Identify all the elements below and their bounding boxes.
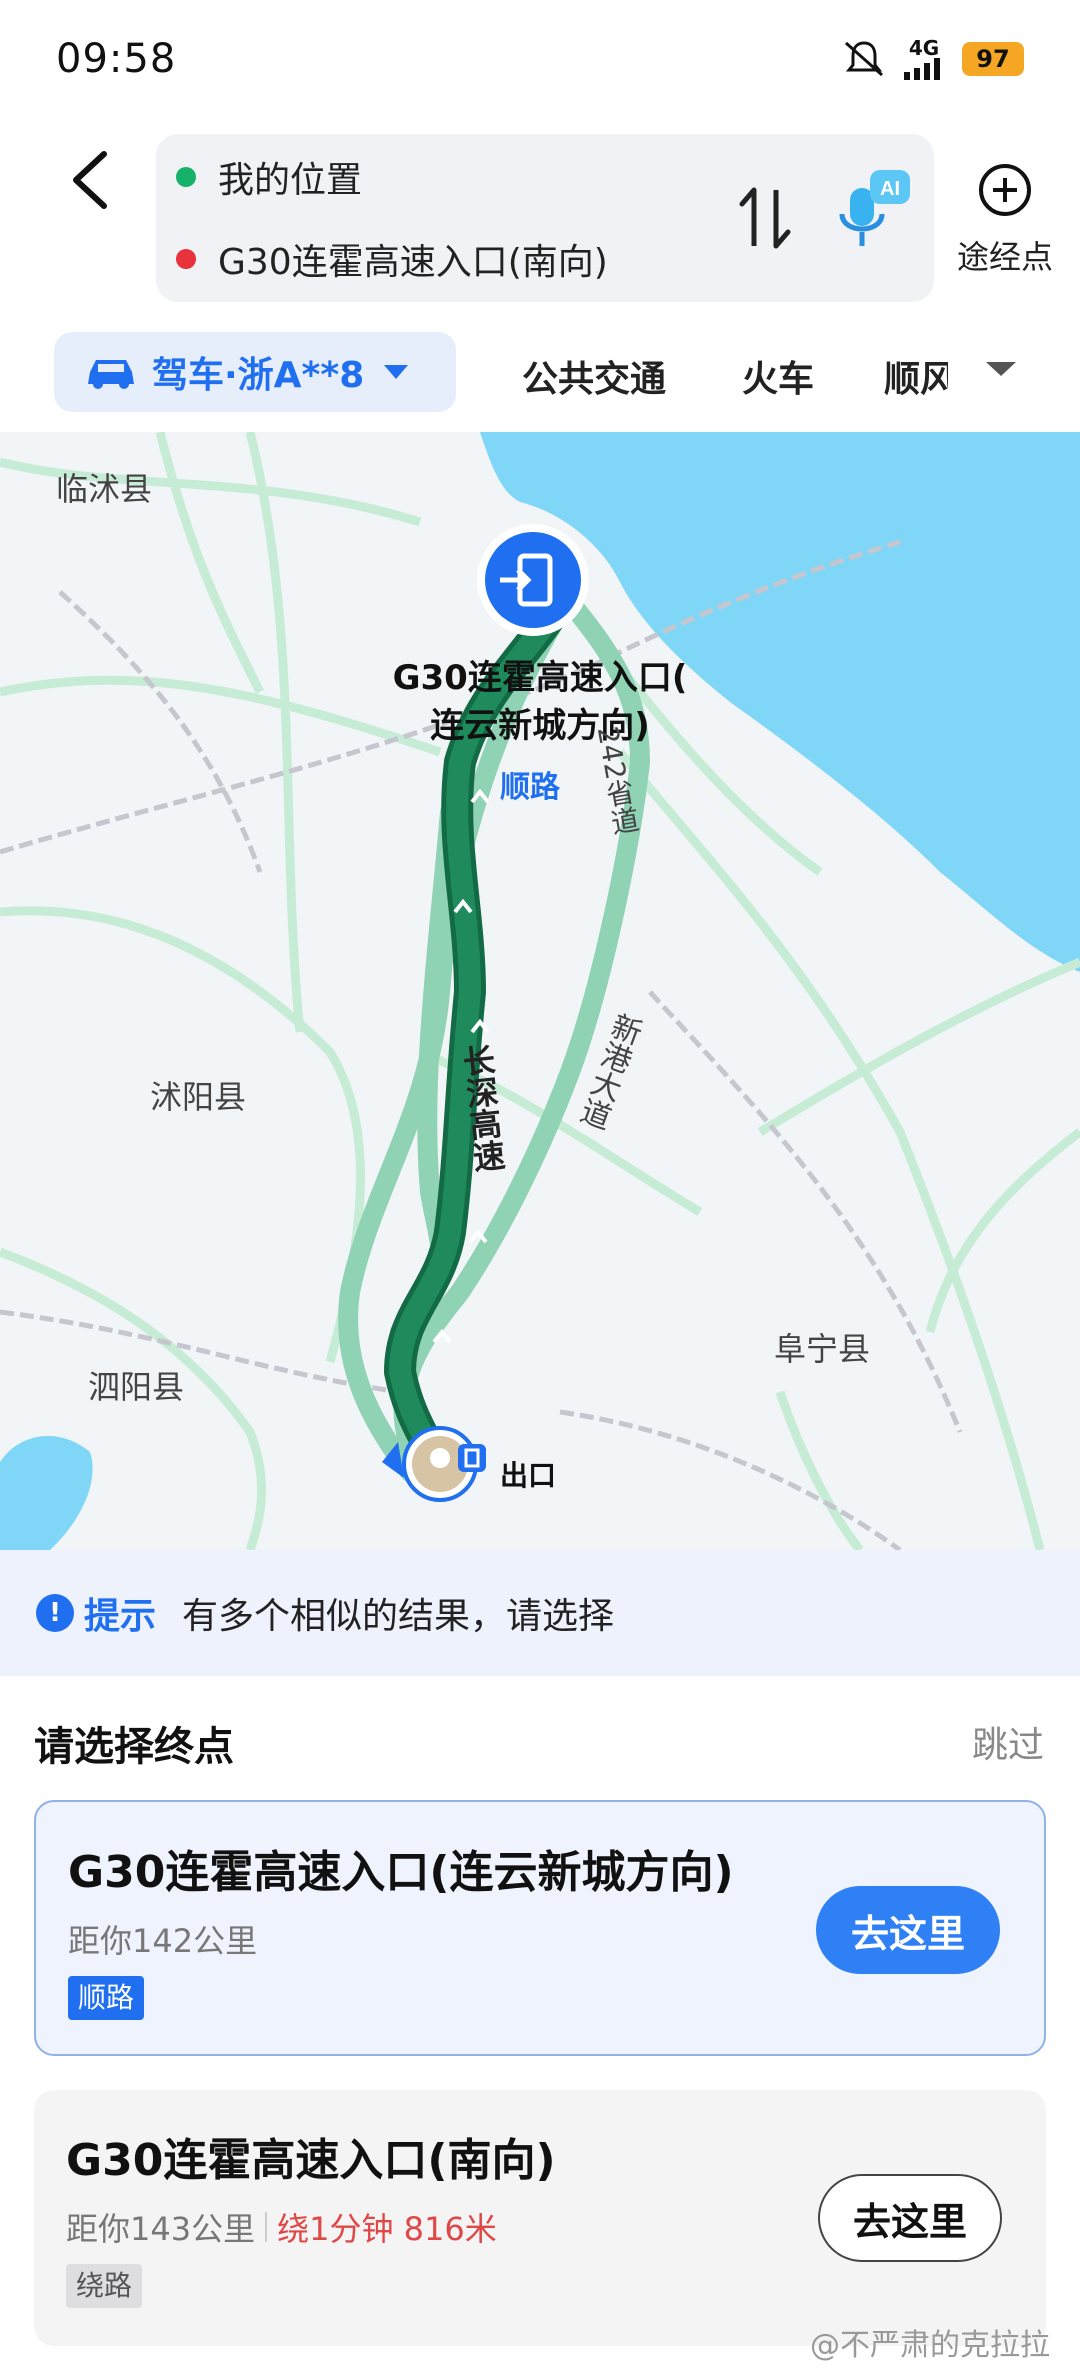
- back-button[interactable]: [60, 140, 120, 220]
- destination-name-line2: 连云新城方向): [430, 706, 650, 746]
- tab-drive-label: 驾车·浙A**8: [152, 355, 365, 396]
- tab-train[interactable]: 火车: [742, 350, 814, 402]
- destination-name-line1: G30连霍高速入口(: [392, 658, 688, 698]
- caret-down-icon: [384, 365, 409, 379]
- add-waypoint-button[interactable]: 途经点: [950, 150, 1060, 280]
- option-tag: 顺路: [68, 1976, 145, 2020]
- swap-icon: [739, 187, 791, 249]
- tab-ride[interactable]: 顺风: [884, 350, 948, 402]
- lake-area: [0, 1435, 93, 1550]
- origin-dot: [176, 167, 196, 187]
- option-distance: 距你143公里: [66, 2210, 256, 2248]
- destination-pin[interactable]: [477, 524, 589, 636]
- ai-voice-button[interactable]: AI: [836, 170, 916, 260]
- destination-route-tag: 顺路: [500, 770, 560, 805]
- destination-text: G30连霍高速入口(南向): [218, 242, 608, 283]
- tip-text: 有多个相似的结果，请选择: [182, 1596, 615, 1637]
- origin-text: 我的位置: [218, 160, 363, 201]
- option-tag: 绕路: [66, 2264, 143, 2308]
- divider: [265, 2212, 268, 2242]
- car-icon: [88, 360, 134, 389]
- travel-mode-tabs: 驾车·浙A**8 公共交通 火车 顺风: [0, 324, 1080, 418]
- tip-bar: ! 提示 有多个相似的结果，请选择: [0, 1550, 1080, 1676]
- chevron-left-icon: [73, 151, 107, 209]
- caret-down-icon: [986, 362, 1016, 376]
- signal-icon: [904, 58, 940, 80]
- go-here-button[interactable]: 去这里: [816, 1886, 1000, 1974]
- status-time: 09:58: [56, 36, 177, 82]
- svg-text:AI: AI: [880, 178, 900, 200]
- plus-circle-icon: [979, 164, 1031, 216]
- option-distance-row: 距你143公里 绕1分钟 816米: [66, 2204, 497, 2250]
- tip-label: 提示: [84, 1596, 157, 1637]
- route-input-box: 我的位置 G30连霍高速入口(南向) AI: [156, 134, 934, 302]
- exit-marker: [458, 1444, 486, 1472]
- skip-button[interactable]: 跳过: [972, 1716, 1044, 1768]
- map-label-linshu: 临沭县: [56, 470, 153, 508]
- option-detour: 绕1分钟 816米: [277, 2210, 497, 2248]
- destination-option[interactable]: G30连霍高速入口(南向) 距你143公里 绕1分钟 816米 绕路 去这里: [34, 2090, 1046, 2346]
- more-modes-button[interactable]: [984, 358, 1018, 384]
- destination-dot: [176, 249, 196, 269]
- destination-field[interactable]: G30连霍高速入口(南向): [176, 224, 608, 294]
- waypoint-label: 途经点: [956, 238, 1053, 276]
- destination-sheet: 请选择终点 跳过 G30连霍高速入口(连云新城方向) 距你142公里 顺路 去这…: [0, 1676, 1080, 2376]
- watermark: @不严肃的克拉拉: [810, 2328, 1050, 2363]
- option-name: G30连霍高速入口(南向): [66, 2135, 556, 2186]
- exit-label: 出口: [500, 1459, 557, 1492]
- option-name: G30连霍高速入口(连云新城方向): [68, 1847, 734, 1898]
- option-distance: 距你142公里: [68, 1922, 258, 1960]
- origin-field[interactable]: 我的位置: [176, 142, 362, 212]
- tab-drive[interactable]: 驾车·浙A**8: [54, 332, 456, 412]
- option-distance-row: 距你142公里: [68, 1916, 257, 1962]
- map-label-shuyang: 沭阳县: [150, 1078, 247, 1116]
- map-label-funing: 阜宁县: [774, 1330, 871, 1368]
- sheet-title: 请选择终点: [34, 1724, 234, 1770]
- map-view[interactable]: 临沭县 沭阳县 泗阳县 阜宁县 G30连霍高速入口( 连云新城方向) 顺路 长深…: [0, 432, 1080, 1550]
- swap-route-button[interactable]: [736, 180, 796, 256]
- destination-option[interactable]: G30连霍高速入口(连云新城方向) 距你142公里 顺路 去这里: [34, 1800, 1046, 2056]
- status-icons: 4G 97: [842, 36, 1024, 82]
- ai-microphone-icon: AI: [839, 170, 910, 246]
- go-here-button[interactable]: 去这里: [818, 2174, 1002, 2262]
- map-label-siyang: 泗阳县: [88, 1368, 185, 1406]
- destination-name-label: G30连霍高速入口( 连云新城方向): [360, 654, 720, 750]
- status-bar: 09:58 4G 97: [0, 0, 1080, 120]
- network-indicator: 4G: [904, 38, 944, 80]
- info-icon: !: [36, 1594, 74, 1632]
- network-type: 4G: [908, 36, 940, 60]
- tab-transit[interactable]: 公共交通: [522, 350, 666, 402]
- battery-indicator: 97: [962, 42, 1024, 76]
- mute-icon: [845, 41, 883, 77]
